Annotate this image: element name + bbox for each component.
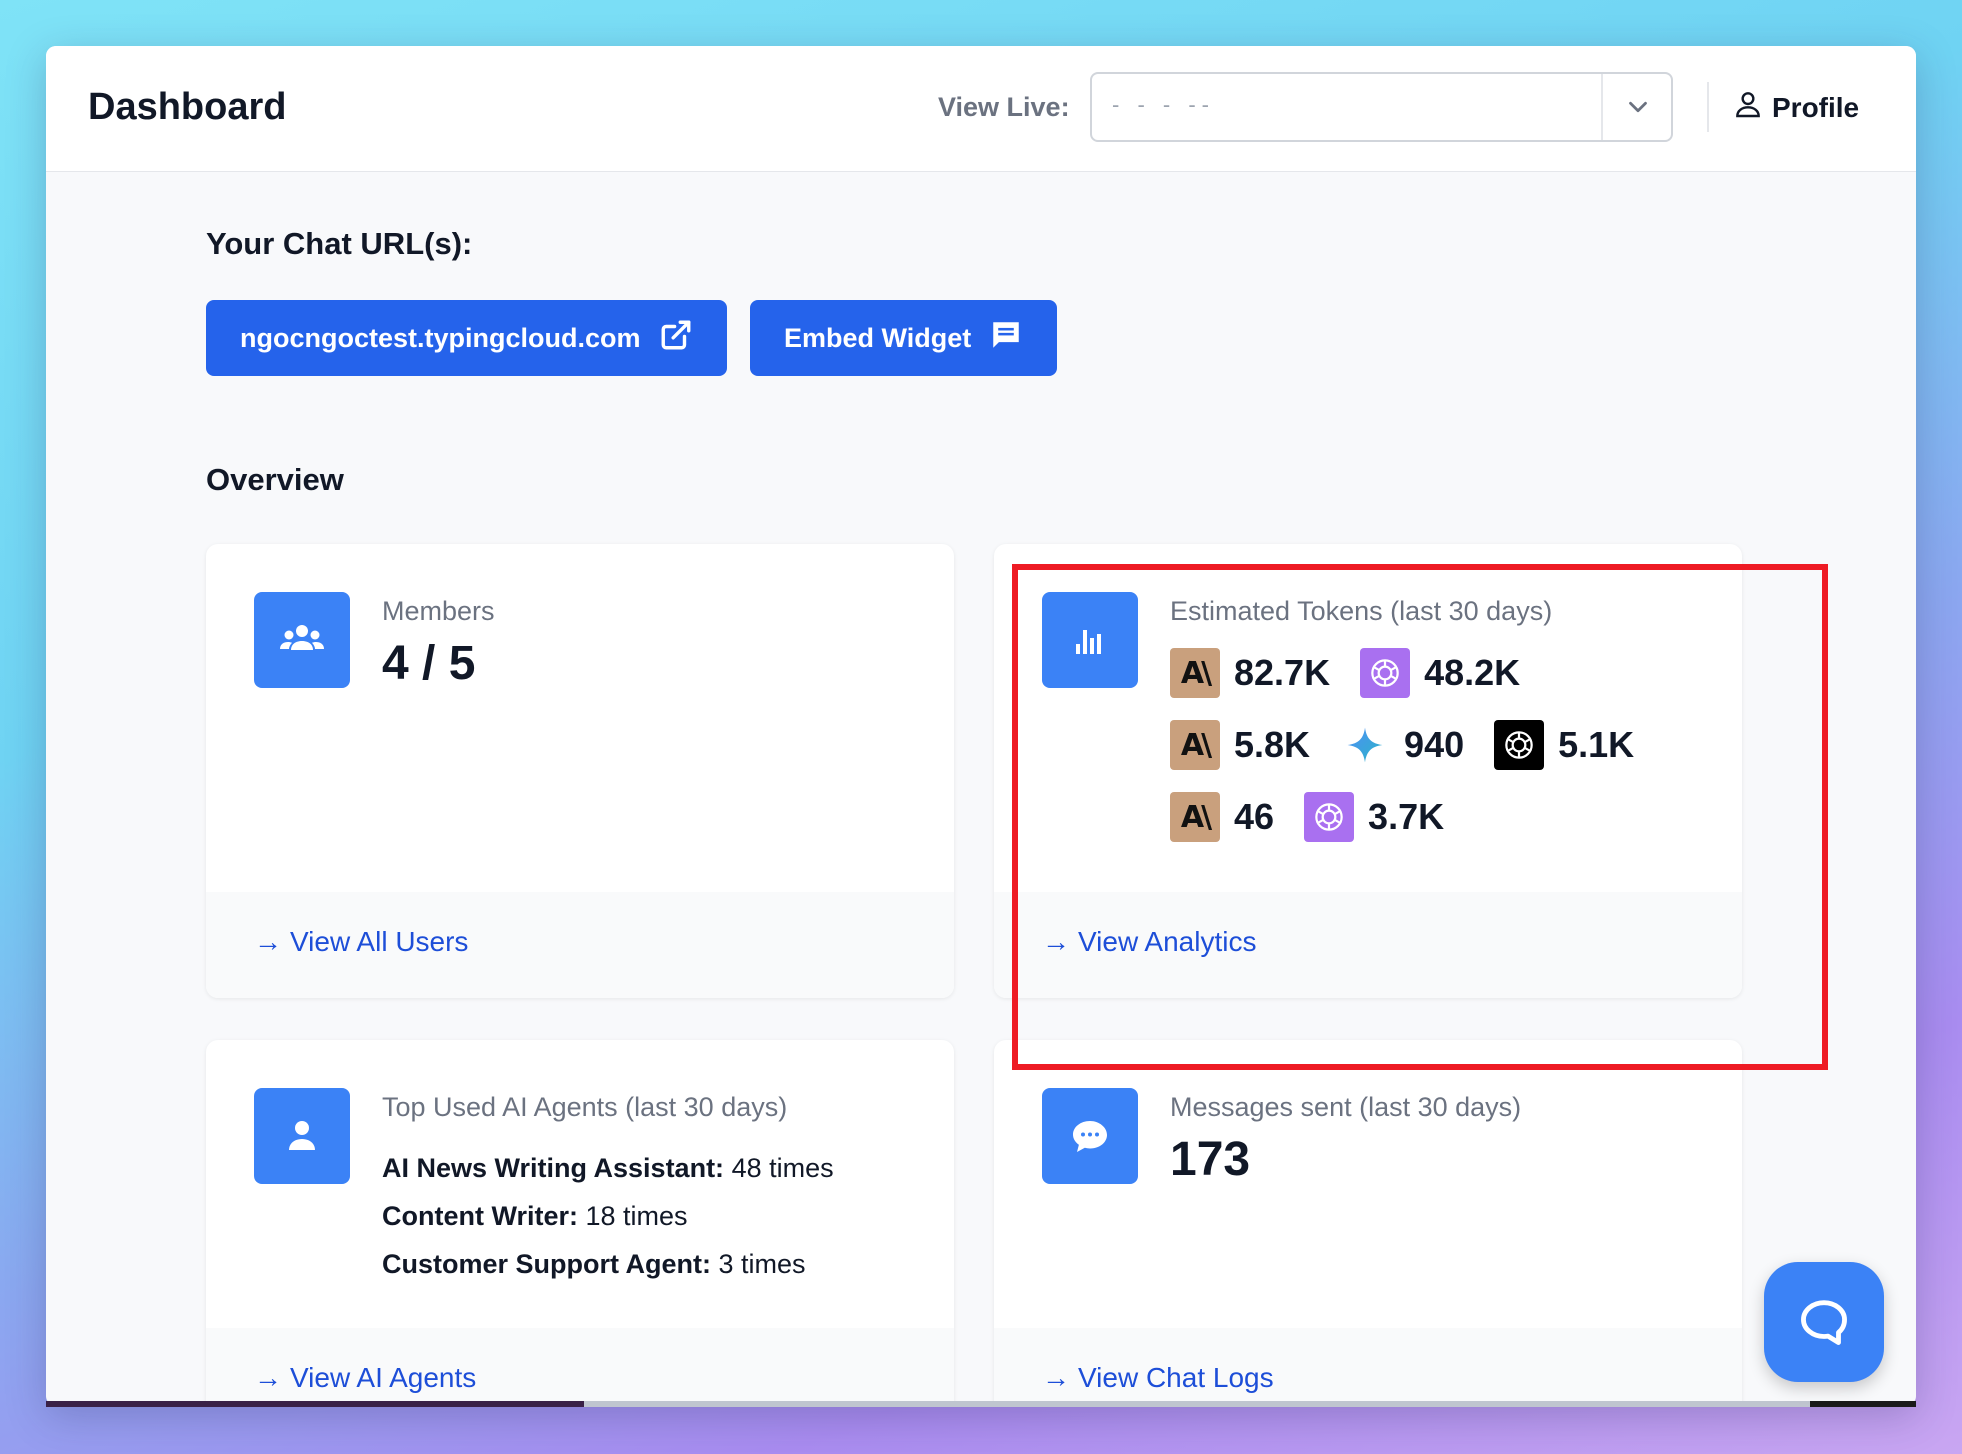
agents-card: Top Used AI Agents (last 30 days) AI New… — [206, 1040, 954, 1406]
view-chat-logs-link[interactable]: → View Chat Logs — [1042, 1362, 1274, 1394]
external-link-icon — [659, 318, 693, 359]
embed-widget-button[interactable]: Embed Widget — [750, 300, 1058, 376]
members-label: Members — [382, 596, 495, 626]
members-card: Members 4 / 5 → View All Users — [206, 544, 954, 998]
members-footer: → View All Users — [206, 892, 954, 998]
chat-bubble-icon — [1042, 1088, 1138, 1184]
agent-count: 18 times — [585, 1201, 688, 1231]
chat-url-label: ngocngoctest.typingcloud.com — [240, 322, 641, 353]
agent-item: AI News Writing Assistant: 48 times — [382, 1144, 834, 1192]
view-all-users-link[interactable]: → View All Users — [254, 926, 468, 958]
user-icon — [1732, 88, 1764, 127]
chat-bubble-icon — [1801, 1300, 1847, 1345]
agent-count: 3 times — [718, 1249, 806, 1279]
view-all-users-label: View All Users — [290, 926, 469, 957]
embed-widget-label: Embed Widget — [784, 322, 972, 353]
view-ai-agents-label: View AI Agents — [290, 1362, 477, 1393]
agent-name: Content Writer: — [382, 1201, 578, 1231]
messages-label: Messages sent (last 30 days) — [1170, 1092, 1522, 1122]
agents-list: AI News Writing Assistant: 48 times Cont… — [382, 1144, 834, 1288]
overview-heading: Overview — [206, 462, 344, 497]
app-window: Dashboard View Live: - - - -- Profile Yo… — [46, 46, 1916, 1406]
scrollbar-edge-right — [1810, 1401, 1916, 1407]
agent-item: Customer Support Agent: 3 times — [382, 1240, 834, 1288]
arrow-right-icon: → — [254, 926, 282, 957]
agent-name: Customer Support Agent: — [382, 1249, 711, 1279]
page-title: Dashboard — [88, 86, 287, 128]
highlight-box — [1012, 564, 1828, 1070]
messages-footer: → View Chat Logs — [994, 1328, 1742, 1406]
view-live-label: View Live: — [938, 92, 1070, 122]
agent-name: AI News Writing Assistant: — [382, 1153, 725, 1183]
agents-label: Top Used AI Agents (last 30 days) — [382, 1092, 788, 1122]
view-live-value: - - - -- — [1112, 92, 1215, 117]
arrow-right-icon: → — [1042, 1362, 1070, 1393]
profile-button[interactable]: Profile — [1732, 88, 1859, 127]
members-value: 4 / 5 — [382, 637, 476, 690]
users-icon — [254, 592, 350, 688]
scrollbar-edge-left — [46, 1401, 584, 1407]
chevron-down-icon[interactable] — [1623, 92, 1653, 122]
profile-label: Profile — [1772, 91, 1860, 123]
agents-footer: → View AI Agents — [206, 1328, 954, 1406]
view-chat-logs-label: View Chat Logs — [1078, 1362, 1274, 1393]
user-icon — [254, 1088, 350, 1184]
chat-support-button[interactable] — [1764, 1262, 1884, 1382]
arrow-right-icon: → — [254, 1362, 282, 1393]
header-divider — [1707, 82, 1709, 132]
messages-value: 173 — [1170, 1133, 1251, 1186]
chat-url-button[interactable]: ngocngoctest.typingcloud.com — [206, 300, 727, 376]
message-icon — [989, 318, 1023, 359]
agent-item: Content Writer: 18 times — [382, 1192, 834, 1240]
agent-count: 48 times — [731, 1153, 834, 1183]
top-bar: Dashboard View Live: - - - -- Profile — [46, 46, 1916, 172]
view-live-select[interactable]: - - - -- — [1090, 72, 1673, 142]
select-divider — [1601, 74, 1603, 140]
chat-urls-heading: Your Chat URL(s): — [206, 226, 473, 261]
view-ai-agents-link[interactable]: → View AI Agents — [254, 1362, 476, 1394]
messages-card: Messages sent (last 30 days) 173 → View … — [994, 1040, 1742, 1406]
